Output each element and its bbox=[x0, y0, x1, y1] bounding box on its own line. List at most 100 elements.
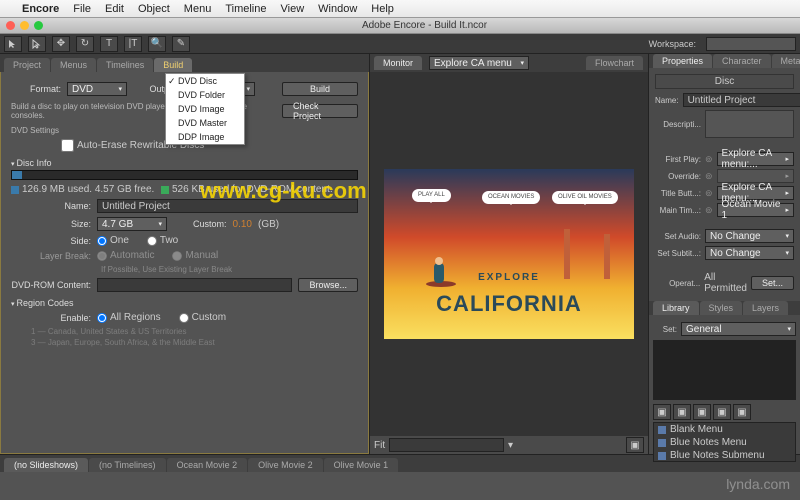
lib-filter-icon[interactable]: ▣ bbox=[733, 404, 751, 420]
check-project-button[interactable]: Check Project bbox=[282, 104, 358, 118]
p-first-select[interactable]: Explore CA menu:...▸ bbox=[717, 152, 794, 166]
menu-timeline[interactable]: Timeline bbox=[225, 3, 266, 15]
zoom-dropdown-icon[interactable]: ▾ bbox=[508, 440, 513, 451]
output-dropdown: DVD Disc DVD Folder DVD Image DVD Master… bbox=[165, 73, 245, 145]
bottom-tab[interactable]: Ocean Movie 2 bbox=[167, 458, 248, 472]
app-toolbar: ✥ ↻ T |T 🔍 ✎ Workspace: bbox=[0, 34, 800, 54]
region-item: 1 — Canada, United States & US Territori… bbox=[31, 327, 358, 336]
window-title: Adobe Encore - Build It.ncor bbox=[362, 20, 487, 31]
format-select[interactable]: DVD▾ bbox=[67, 82, 127, 96]
p-sub-select[interactable]: No Change▾ bbox=[705, 246, 794, 260]
tab-project[interactable]: Project bbox=[4, 58, 50, 72]
tab-monitor[interactable]: Monitor bbox=[374, 56, 422, 70]
p-main-label: Main Tim...: bbox=[655, 206, 701, 215]
monitor-menu-select[interactable]: Explore CA menu▾ bbox=[429, 56, 529, 70]
rotate-tool-icon[interactable]: ↻ bbox=[76, 36, 94, 52]
disc-info-header[interactable]: Disc Info bbox=[11, 158, 358, 168]
browse-button[interactable]: Browse... bbox=[298, 278, 358, 292]
list-item: Blue Notes Submenu bbox=[654, 449, 795, 462]
lib-filter-icon[interactable]: ▣ bbox=[693, 404, 711, 420]
lib-set-select[interactable]: General▾ bbox=[681, 322, 796, 336]
tab-build[interactable]: Build bbox=[154, 58, 192, 72]
tab-timelines[interactable]: Timelines bbox=[97, 58, 153, 72]
menu-help[interactable]: Help bbox=[371, 3, 394, 15]
p-audio-select[interactable]: No Change▾ bbox=[705, 229, 794, 243]
dropdown-item[interactable]: DVD Folder bbox=[166, 88, 244, 102]
menu-file[interactable]: File bbox=[73, 3, 91, 15]
dropdown-item[interactable]: DVD Disc bbox=[166, 74, 244, 88]
menu-menu[interactable]: Menu bbox=[184, 3, 212, 15]
tab-styles[interactable]: Styles bbox=[700, 301, 743, 315]
library-tabs: Library Styles Layers bbox=[649, 301, 800, 315]
selection-tool-icon[interactable] bbox=[4, 36, 22, 52]
disc-legend: 126.9 MB used. 4.57 GB free. 526 KB used… bbox=[11, 184, 358, 195]
menu-icon bbox=[658, 426, 666, 434]
lib-list[interactable]: Blank Menu Blue Notes Menu Blue Notes Su… bbox=[653, 422, 796, 462]
close-icon[interactable] bbox=[6, 21, 15, 30]
menu-icon bbox=[658, 452, 666, 460]
zoom-icon[interactable] bbox=[34, 21, 43, 30]
menu-btn-playall[interactable]: PLAY ALL bbox=[412, 189, 451, 202]
monitor-tool-icon[interactable]: ▣ bbox=[626, 437, 644, 453]
fit-label: Fit bbox=[374, 440, 385, 451]
p-desc-input[interactable] bbox=[705, 110, 794, 138]
menu-object[interactable]: Object bbox=[138, 3, 170, 15]
build-button[interactable]: Build bbox=[282, 82, 358, 96]
set-operations-button[interactable]: Set... bbox=[751, 276, 794, 290]
pickwhip-icon[interactable]: ⊚ bbox=[705, 171, 713, 182]
dropdown-item[interactable]: DVD Master bbox=[166, 116, 244, 130]
side-one-radio[interactable]: One bbox=[97, 235, 129, 246]
right-tabs: Properties Character Metadata bbox=[649, 54, 800, 68]
dropdown-item[interactable]: DDP Image bbox=[166, 130, 244, 144]
monitor-canvas[interactable]: PLAY ALL OCEAN MOVIES OLIVE OIL MOVIES E… bbox=[370, 72, 648, 436]
region-all-radio[interactable]: All Regions bbox=[97, 312, 161, 323]
pickwhip-icon[interactable]: ⊚ bbox=[705, 188, 713, 199]
menu-btn-ocean[interactable]: OCEAN MOVIES bbox=[482, 191, 540, 204]
zoom-input[interactable] bbox=[389, 438, 504, 452]
dvd-menu-preview: PLAY ALL OCEAN MOVIES OLIVE OIL MOVIES E… bbox=[384, 169, 634, 339]
disc-name-input[interactable] bbox=[97, 199, 358, 213]
app-menu[interactable]: Encore bbox=[22, 3, 59, 15]
disc-usage-bar bbox=[11, 170, 358, 180]
text-tool-icon[interactable]: T bbox=[100, 36, 118, 52]
menu-btn-olive[interactable]: OLIVE OIL MOVIES bbox=[552, 191, 618, 204]
zoom-tool-icon[interactable]: 🔍 bbox=[148, 36, 166, 52]
bottom-tab[interactable]: (no Slideshows) bbox=[4, 458, 88, 472]
lib-filter-icon[interactable]: ▣ bbox=[653, 404, 671, 420]
lib-filter-icon[interactable]: ▣ bbox=[673, 404, 691, 420]
vertical-text-tool-icon[interactable]: |T bbox=[124, 36, 142, 52]
tab-metadata[interactable]: Metadata bbox=[772, 54, 800, 68]
p-title-select[interactable]: Explore CA menu:...▸ bbox=[717, 186, 794, 200]
tab-library[interactable]: Library bbox=[653, 301, 699, 315]
pickwhip-icon[interactable]: ⊚ bbox=[705, 154, 713, 165]
tab-menus[interactable]: Menus bbox=[51, 58, 96, 72]
dvdrom-path-input[interactable] bbox=[97, 278, 292, 292]
bottom-tab[interactable]: Olive Movie 2 bbox=[248, 458, 323, 472]
minimize-icon[interactable] bbox=[20, 21, 29, 30]
side-two-radio[interactable]: Two bbox=[147, 235, 178, 246]
p-override-select[interactable]: ▸ bbox=[717, 169, 794, 183]
disc-size-select[interactable]: 4.7 GB▾ bbox=[97, 217, 167, 231]
tab-character[interactable]: Character bbox=[713, 54, 771, 68]
region-custom-radio[interactable]: Custom bbox=[179, 312, 226, 323]
direct-select-tool-icon[interactable] bbox=[28, 36, 46, 52]
p-first-label: First Play: bbox=[655, 155, 701, 164]
tab-flowchart[interactable]: Flowchart bbox=[586, 56, 643, 70]
pickwhip-icon[interactable]: ⊚ bbox=[705, 205, 713, 216]
workspace-select[interactable] bbox=[706, 37, 796, 51]
tab-properties[interactable]: Properties bbox=[653, 54, 712, 68]
menu-window[interactable]: Window bbox=[318, 3, 357, 15]
p-main-select[interactable]: Ocean Movie 1▸ bbox=[717, 203, 794, 217]
tab-layers[interactable]: Layers bbox=[743, 301, 788, 315]
region-codes-header[interactable]: Region Codes bbox=[11, 298, 358, 308]
menu-view[interactable]: View bbox=[281, 3, 305, 15]
bottom-tab[interactable]: Olive Movie 1 bbox=[324, 458, 399, 472]
bottom-tab[interactable]: (no Timelines) bbox=[89, 458, 166, 472]
p-name-input[interactable] bbox=[683, 93, 800, 107]
edit-tool-icon[interactable]: ✎ bbox=[172, 36, 190, 52]
menu-edit[interactable]: Edit bbox=[105, 3, 124, 15]
move-tool-icon[interactable]: ✥ bbox=[52, 36, 70, 52]
disc-name-label: Name: bbox=[11, 201, 91, 211]
dropdown-item[interactable]: DVD Image bbox=[166, 102, 244, 116]
lib-filter-icon[interactable]: ▣ bbox=[713, 404, 731, 420]
